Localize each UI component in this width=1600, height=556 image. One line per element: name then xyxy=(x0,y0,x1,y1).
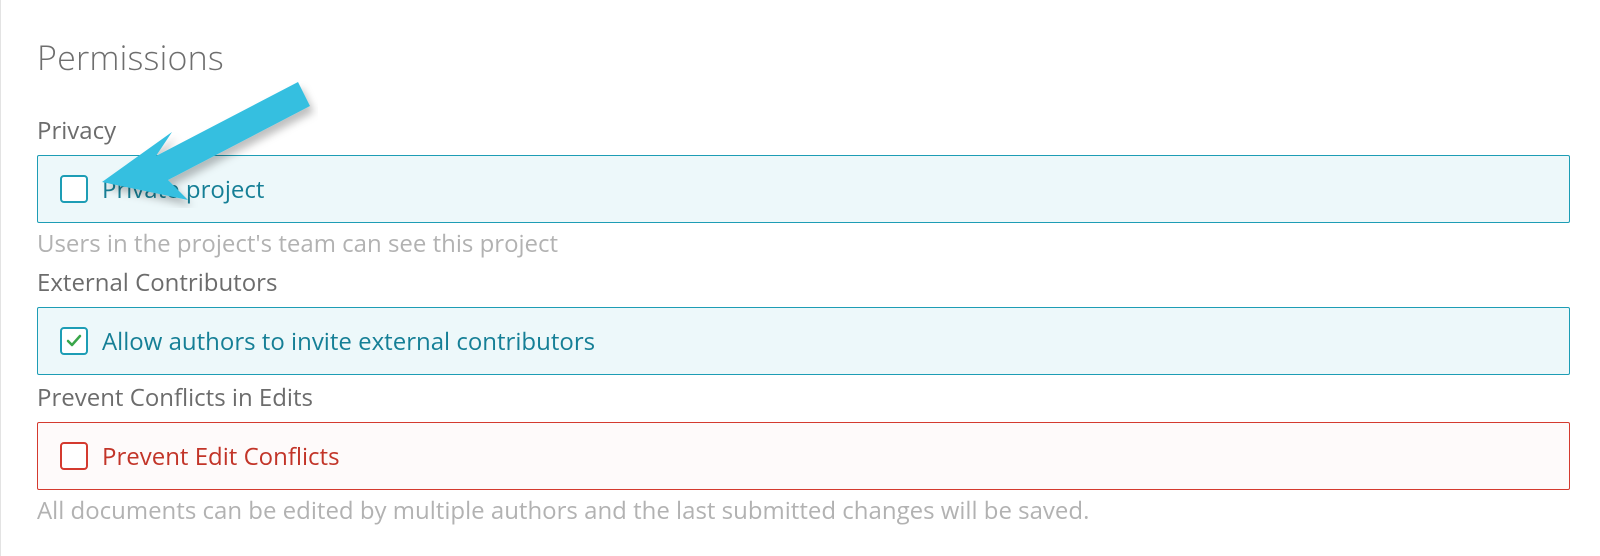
private-project-checkbox[interactable] xyxy=(60,175,88,203)
prevent-conflicts-option-label: Prevent Edit Conflicts xyxy=(102,440,340,473)
external-contributors-label: External Contributors xyxy=(37,266,1570,299)
privacy-label: Privacy xyxy=(37,114,1570,147)
check-icon xyxy=(66,333,82,349)
prevent-conflicts-checkbox[interactable] xyxy=(60,442,88,470)
permissions-panel: Permissions Privacy Private project User… xyxy=(0,0,1600,556)
conflicts-helper: All documents can be edited by multiple … xyxy=(37,494,1570,527)
allow-external-checkbox[interactable] xyxy=(60,327,88,355)
private-project-option[interactable]: Private project xyxy=(37,155,1570,223)
section-title: Permissions xyxy=(37,34,1570,80)
allow-external-label: Allow authors to invite external contrib… xyxy=(102,325,595,358)
prevent-conflicts-option[interactable]: Prevent Edit Conflicts xyxy=(37,422,1570,490)
allow-external-option[interactable]: Allow authors to invite external contrib… xyxy=(37,307,1570,375)
prevent-conflicts-label: Prevent Conflicts in Edits xyxy=(37,381,1570,414)
privacy-helper: Users in the project's team can see this… xyxy=(37,227,1570,260)
private-project-label: Private project xyxy=(102,173,264,206)
